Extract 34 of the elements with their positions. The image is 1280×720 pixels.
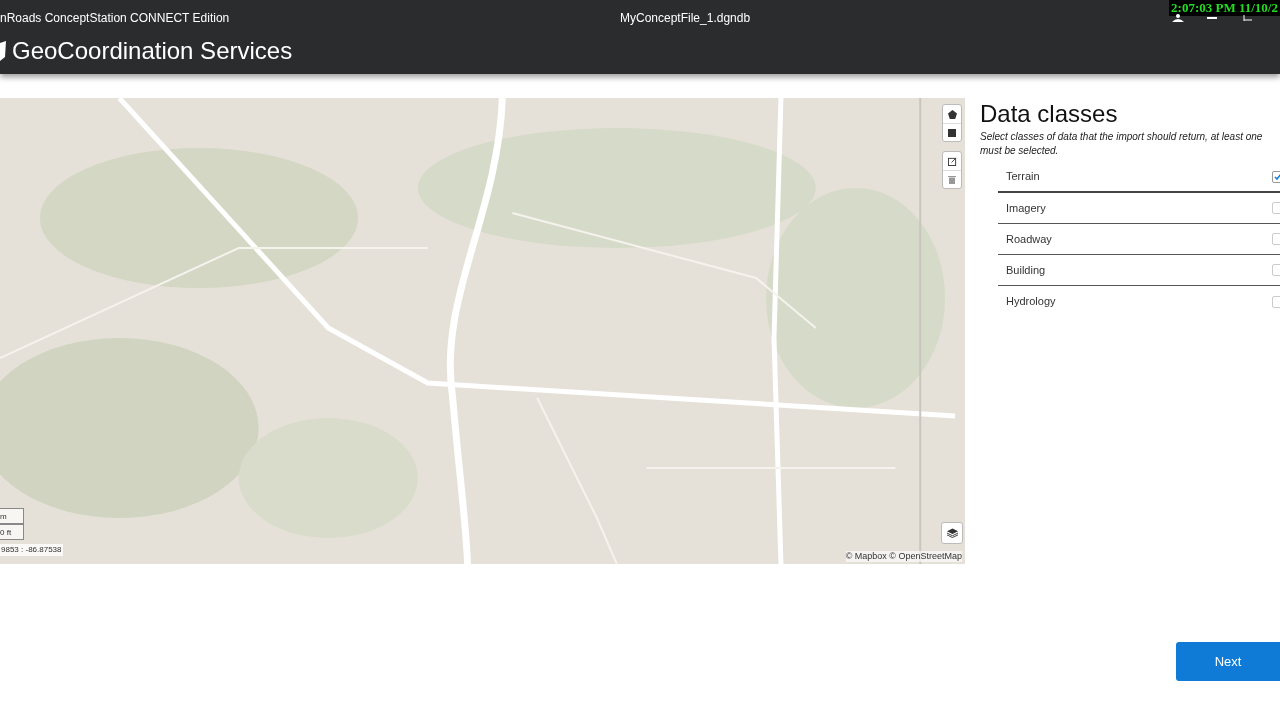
data-class-row[interactable]: Hydrology bbox=[998, 286, 1280, 317]
file-name: MyConceptFile_1.dgndb bbox=[620, 10, 751, 27]
checkbox[interactable] bbox=[1272, 170, 1280, 183]
layers-button[interactable] bbox=[941, 522, 963, 544]
scale-bar: m bbox=[0, 508, 24, 524]
data-class-label: Imagery bbox=[1006, 200, 1046, 216]
data-class-row[interactable]: Building bbox=[998, 255, 1280, 286]
map[interactable]: m 0 ft 9853 : -86.87538 © Mapbox © OpenStreetMap bbox=[0, 98, 965, 564]
next-button[interactable]: Next bbox=[1176, 642, 1280, 681]
layers-icon bbox=[946, 528, 958, 538]
data-class-label: Terrain bbox=[1006, 169, 1040, 185]
data-class-row[interactable]: Imagery bbox=[998, 193, 1280, 224]
attribution: © Mapbox © OpenStreetMap bbox=[845, 551, 962, 562]
clock-overlay: 2:07:03 PM 11/10/2 bbox=[1169, 0, 1280, 16]
logo-icon bbox=[0, 41, 6, 61]
checkbox[interactable] bbox=[1272, 295, 1280, 308]
restore-icon[interactable] bbox=[1243, 15, 1253, 21]
data-class-label: Roadway bbox=[1006, 231, 1052, 247]
scale-bar: 0 ft bbox=[0, 524, 24, 540]
user-icon[interactable] bbox=[1170, 14, 1186, 22]
edit-icon bbox=[947, 156, 957, 166]
panel-title: Data classes bbox=[980, 100, 1119, 128]
square-icon bbox=[948, 128, 956, 137]
data-class-label: Building bbox=[1006, 262, 1046, 278]
data-class-row[interactable]: Roadway bbox=[998, 224, 1280, 255]
coordinates: 9853 : -86.87538 bbox=[0, 544, 63, 556]
panel-description: Select classes of data that the import should return, at least one must be selected. bbox=[980, 130, 1264, 158]
data-class-row[interactable]: Terrain bbox=[998, 162, 1280, 193]
check-icon bbox=[1274, 173, 1280, 180]
trash-icon bbox=[948, 175, 956, 184]
page-title: GeoCoordination Services bbox=[12, 36, 293, 66]
window-title: nRoads ConceptStation CONNECT Edition bbox=[0, 10, 230, 27]
pentagon-icon bbox=[947, 109, 957, 119]
data-class-label: Hydrology bbox=[1006, 294, 1056, 310]
